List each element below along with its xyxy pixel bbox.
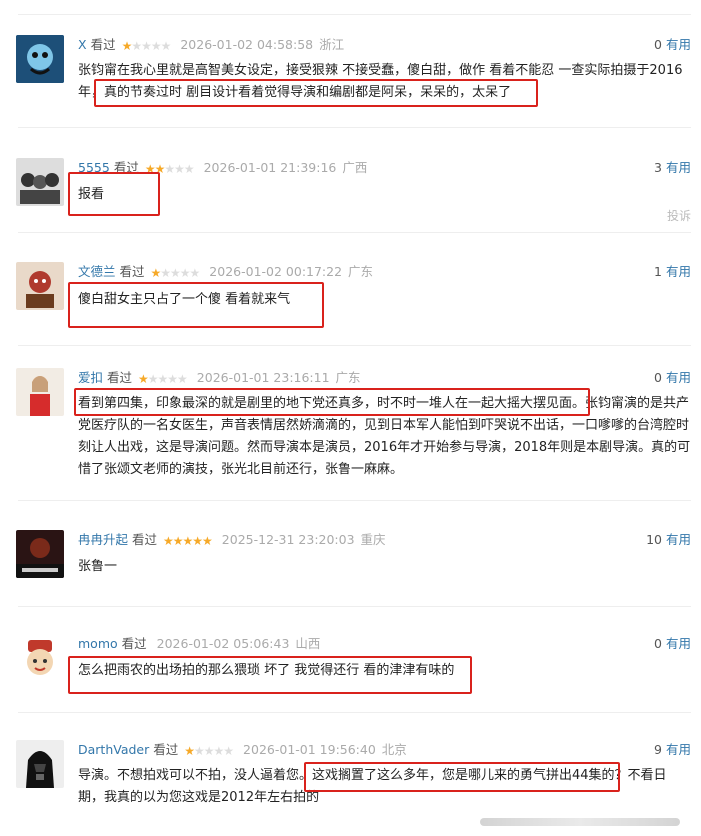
review-content: 张鲁一 — [78, 559, 118, 574]
watch-status: 看过 — [132, 532, 158, 547]
username[interactable]: 爱扣 — [78, 370, 103, 385]
rating-stars: ★★★★★ — [138, 371, 188, 386]
watch-status: 看过 — [119, 264, 145, 279]
highlight-box — [94, 79, 538, 107]
useful-count: 9 — [654, 742, 662, 757]
avatar[interactable] — [16, 634, 64, 682]
review-divider — [18, 345, 691, 346]
useful-label: 有用 — [665, 636, 691, 651]
review-divider — [18, 500, 691, 501]
review-divider — [18, 712, 691, 713]
review-divider — [18, 127, 691, 128]
review-time: 2026-01-02 04:58:58 — [180, 37, 314, 52]
useful-button[interactable]: 0 有用 — [654, 634, 691, 654]
review-location: 广东 — [335, 370, 361, 385]
avatar[interactable] — [16, 368, 64, 416]
review-location: 重庆 — [360, 532, 386, 547]
review-time: 2026-01-02 00:17:22 — [209, 264, 343, 279]
review-content: 报看 — [78, 187, 105, 202]
review-time: 2026-01-02 05:06:43 — [156, 636, 290, 651]
watch-status: 看过 — [107, 370, 133, 385]
useful-label: 有用 — [665, 532, 691, 547]
watch-status: 看过 — [121, 636, 147, 651]
useful-count: 0 — [654, 636, 662, 651]
useful-count: 0 — [654, 37, 662, 52]
useful-label: 有用 — [665, 370, 691, 385]
useful-button[interactable]: 10 有用 — [646, 530, 691, 550]
rating-stars: ★★★★★ — [184, 743, 234, 758]
username[interactable]: X — [78, 37, 87, 52]
useful-button[interactable]: 3 有用 — [654, 158, 691, 178]
useful-button[interactable]: 0 有用 — [654, 35, 691, 55]
top-divider — [18, 14, 691, 15]
review-location: 北京 — [381, 742, 407, 757]
rating-stars: ★★★★★ — [121, 38, 172, 53]
review-location: 山西 — [295, 636, 321, 651]
useful-button[interactable]: 0 有用 — [654, 368, 691, 388]
avatar[interactable] — [16, 35, 64, 83]
blurred-text-overlay — [480, 818, 680, 826]
highlight-box — [68, 172, 160, 216]
review-time: 2025-12-31 23:20:03 — [221, 532, 355, 547]
avatar[interactable] — [16, 740, 64, 788]
review-meta: momo 看过 2026-01-02 05:06:43 山西 — [78, 634, 320, 654]
review-meta: 冉冉升起 看过 ★★★★★ 2025-12-31 23:20:03 重庆 — [78, 530, 386, 550]
avatar[interactable] — [16, 530, 64, 578]
username[interactable]: momo — [78, 636, 118, 651]
useful-count: 0 — [654, 370, 662, 385]
review-location: 浙江 — [319, 37, 345, 52]
useful-button[interactable]: 1 有用 — [654, 262, 691, 282]
highlight-box — [74, 388, 590, 416]
useful-label: 有用 — [665, 37, 691, 52]
username[interactable]: 文德兰 — [78, 264, 116, 279]
review-meta: X 看过 ★★★★★ 2026-01-02 04:58:58 浙江 — [78, 35, 344, 55]
useful-count: 3 — [654, 160, 662, 175]
useful-label: 有用 — [665, 742, 691, 757]
rating-stars: ★★★★★ — [150, 265, 201, 280]
rating-stars: ★★★★★ — [163, 533, 213, 548]
review-time: 2026-01-01 19:56:40 — [243, 742, 376, 757]
review-time: 2026-01-01 23:16:11 — [196, 370, 330, 385]
review-meta: 文德兰 看过 ★★★★★ 2026-01-02 00:17:22 广东 — [78, 262, 373, 282]
watch-status: 看过 — [90, 37, 116, 52]
highlight-box — [304, 762, 620, 792]
review-divider — [18, 232, 691, 233]
highlight-box — [68, 656, 472, 694]
review-location: 广东 — [348, 264, 374, 279]
watch-status: 看过 — [153, 742, 179, 757]
avatar[interactable] — [16, 262, 64, 310]
useful-label: 有用 — [665, 264, 691, 279]
useful-count: 10 — [646, 532, 662, 547]
username[interactable]: 冉冉升起 — [78, 532, 128, 547]
review-meta: 爱扣 看过 ★★★★★ 2026-01-01 23:16:11 广东 — [78, 368, 361, 388]
useful-button[interactable]: 9 有用 — [654, 740, 691, 760]
report-link[interactable]: 投诉 — [667, 207, 691, 224]
useful-count: 1 — [654, 264, 662, 279]
review-time: 2026-01-01 21:39:16 — [203, 160, 337, 175]
username[interactable]: DarthVader — [78, 742, 149, 757]
avatar[interactable] — [16, 158, 64, 206]
review-meta: DarthVader 看过 ★★★★★ 2026-01-01 19:56:40 北… — [78, 740, 407, 760]
highlight-box — [68, 282, 324, 328]
useful-label: 有用 — [665, 160, 691, 175]
review-divider — [18, 606, 691, 607]
review-location: 广西 — [342, 160, 368, 175]
